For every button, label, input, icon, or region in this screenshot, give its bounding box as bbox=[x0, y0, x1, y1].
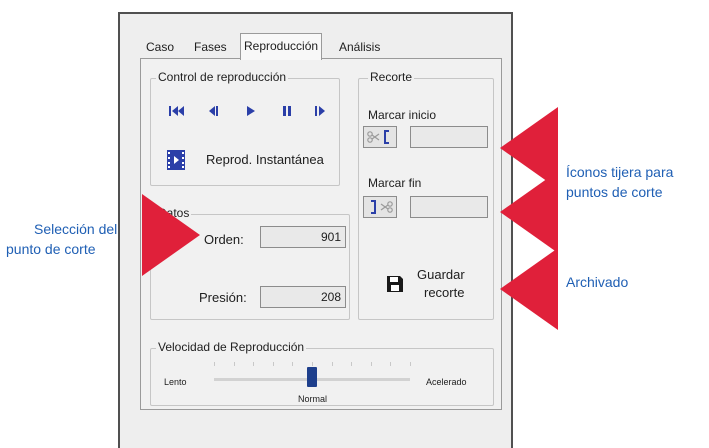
scissors-start-icon bbox=[367, 130, 389, 144]
skip-start-icon bbox=[169, 106, 184, 116]
orden-label: Orden: bbox=[204, 232, 244, 247]
annotation-archive: Archivado bbox=[566, 274, 629, 290]
cut-point-arrow bbox=[142, 194, 200, 276]
tab-reproduccion[interactable]: Reproducción bbox=[240, 33, 323, 60]
trim-group-title: Recorte bbox=[368, 70, 415, 84]
annotation-cut-point-line2: punto de corte bbox=[6, 241, 96, 257]
save-trim-label-line2: recorte bbox=[424, 285, 465, 300]
mark-end-label: Marcar fin bbox=[368, 176, 422, 190]
presion-field[interactable]: 208 bbox=[260, 286, 346, 308]
archive-arrow bbox=[500, 248, 558, 330]
mark-end-button[interactable] bbox=[363, 196, 397, 218]
speed-slider-tick bbox=[234, 362, 235, 366]
tab-analisis[interactable]: Análisis bbox=[337, 36, 382, 58]
speed-slider-tick bbox=[410, 362, 411, 366]
tab-caso[interactable]: Caso bbox=[144, 36, 176, 58]
speed-slider-tick bbox=[390, 362, 391, 366]
step-forward-icon bbox=[315, 106, 325, 116]
speed-normal-label: Normal bbox=[298, 394, 328, 404]
save-trim-button[interactable]: Guardar recorte bbox=[382, 265, 492, 307]
tab-fases[interactable]: Fases bbox=[192, 36, 229, 58]
pause-icon bbox=[283, 106, 291, 116]
annotation-cut-point-line1: Selección del bbox=[34, 221, 118, 237]
speed-slider-tick bbox=[312, 362, 313, 366]
instant-playback-label: Reprod. Instantánea bbox=[206, 152, 324, 167]
speed-slider-tick bbox=[214, 362, 215, 366]
scissors-end-arrow bbox=[500, 171, 558, 253]
annotation-scissors-line1: Íconos tijera para bbox=[566, 164, 674, 180]
presion-label: Presión: bbox=[199, 290, 247, 305]
skip-start-button[interactable] bbox=[166, 102, 188, 120]
scissors-end-icon bbox=[371, 200, 393, 214]
floppy-disk-icon bbox=[387, 276, 403, 292]
playback-group-title: Control de reproducción bbox=[156, 70, 289, 84]
speed-slider-tick bbox=[371, 362, 372, 366]
step-back-button[interactable] bbox=[203, 102, 225, 120]
speed-slider-tick bbox=[351, 362, 352, 366]
mark-start-field[interactable] bbox=[410, 126, 488, 148]
instant-playback-button[interactable] bbox=[167, 150, 185, 170]
orden-field[interactable]: 901 bbox=[260, 226, 346, 248]
save-trim-label-line1: Guardar bbox=[417, 267, 465, 282]
speed-fast-label: Acelerado bbox=[426, 377, 467, 387]
speed-slider-tick bbox=[273, 362, 274, 366]
mark-start-label: Marcar inicio bbox=[368, 108, 437, 122]
film-icon bbox=[167, 150, 185, 170]
speed-slider-tick bbox=[253, 362, 254, 366]
annotation-scissors-line2: puntos de corte bbox=[566, 184, 663, 200]
pause-button[interactable] bbox=[276, 102, 298, 120]
speed-slider-thumb[interactable] bbox=[307, 367, 317, 387]
speed-slider-tick bbox=[332, 362, 333, 366]
speed-group-title: Velocidad de Reproducción bbox=[156, 340, 307, 354]
step-back-icon bbox=[209, 106, 218, 116]
mark-end-field[interactable] bbox=[410, 196, 488, 218]
play-icon bbox=[247, 106, 255, 116]
mark-start-button[interactable] bbox=[363, 126, 397, 148]
step-forward-button[interactable] bbox=[309, 102, 331, 120]
speed-slow-label: Lento bbox=[164, 377, 187, 387]
play-button[interactable] bbox=[240, 102, 262, 120]
speed-slider-tick bbox=[292, 362, 293, 366]
